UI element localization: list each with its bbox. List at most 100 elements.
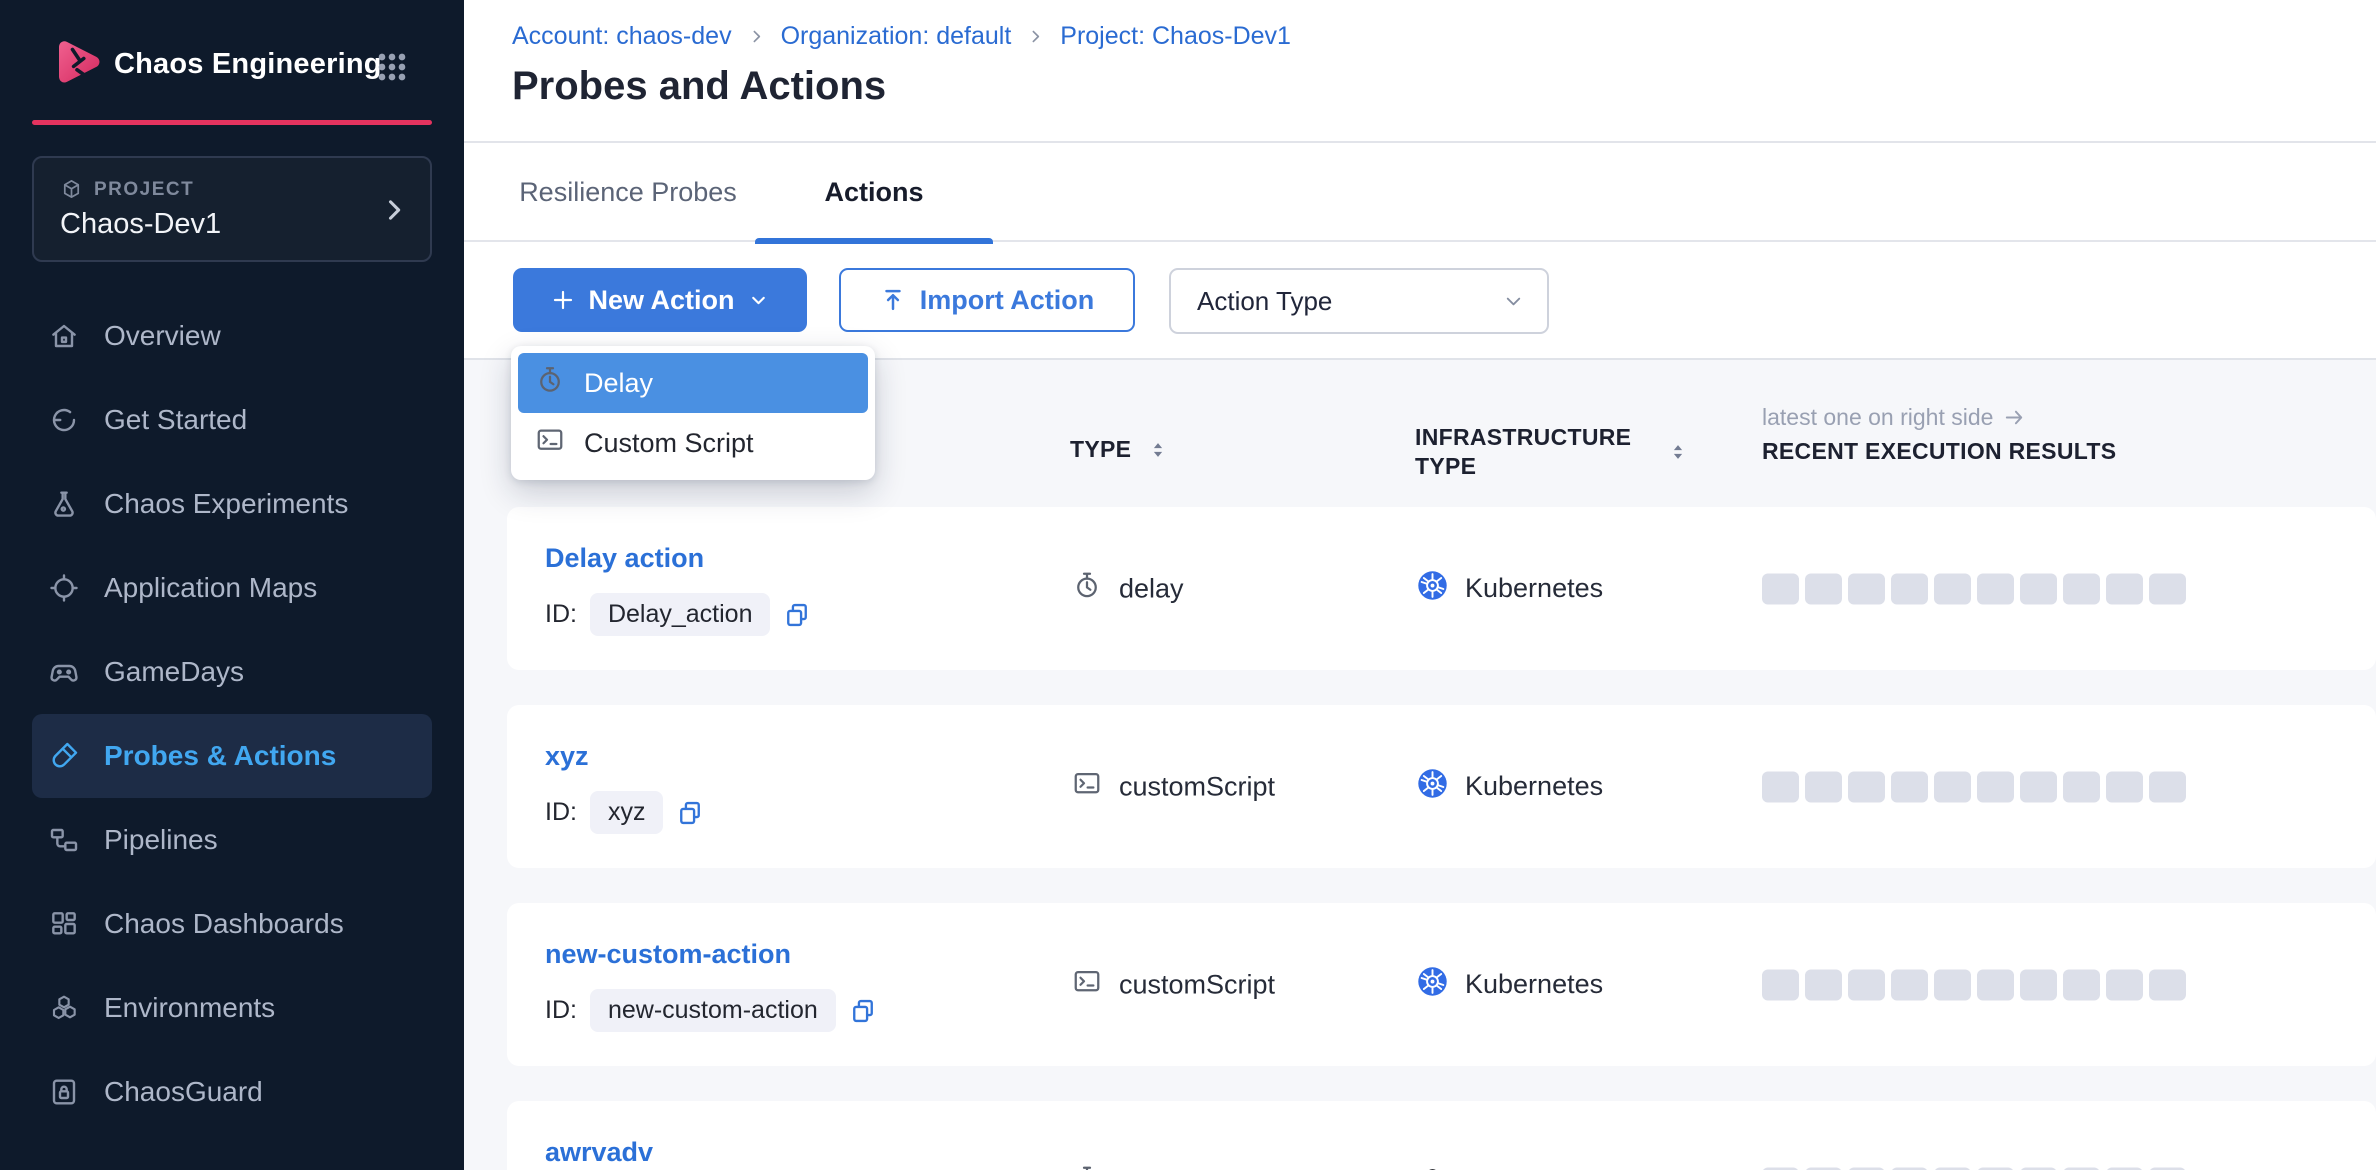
execution-result-placeholder [1805,771,1842,802]
sort-icon[interactable] [1147,439,1169,461]
execution-result-placeholder [2149,771,2186,802]
action-row: new-custom-action ID: new-custom-action … [507,903,2376,1066]
execution-result-placeholder [1891,573,1928,604]
execution-result-placeholder [2149,969,2186,1000]
home-icon [48,320,80,352]
action-name-link[interactable]: Delay action [545,543,704,573]
tab-resilience-probes[interactable]: Resilience Probes [490,143,766,242]
flask-icon [48,488,80,520]
action-row: xyz ID: xyz customScript Kubernetes [507,705,2376,868]
action-id-line: ID: xyz [545,791,704,834]
harness-chaos-logo-icon [50,36,104,90]
column-header-infrastructure-type: INFRASTRUCTURETYPE [1415,423,1689,481]
action-row: Delay action ID: Delay_action delay Kube… [507,507,2376,670]
execution-result-placeholder [1934,573,1971,604]
execution-result-placeholder [1762,771,1799,802]
sidebar-item-chaos-dashboards[interactable]: Chaos Dashboards [32,882,432,966]
breadcrumb-project-link[interactable]: Project: Chaos-Dev1 [1060,22,1291,51]
execution-result-placeholder [2063,969,2100,1000]
execution-result-placeholder [2106,771,2143,802]
infrastructure-type-cell: Linux [1417,1164,1530,1170]
import-action-button[interactable]: Import Action [839,268,1135,332]
action-id-pill: Delay_action [590,593,771,636]
execution-result-placeholder [2020,969,2057,1000]
project-selector[interactable]: PROJECT Chaos-Dev1 [32,156,432,262]
menu-item-custom-script[interactable]: Custom Script [518,413,868,473]
sidebar-item-chaosguard[interactable]: ChaosGuard [32,1050,432,1134]
action-id-pill: xyz [590,791,664,834]
tab-actions[interactable]: Actions [755,143,993,242]
sort-icon[interactable] [1667,441,1689,463]
new-action-button[interactable]: New Action [513,268,807,332]
execution-result-placeholder [1848,573,1885,604]
sidebar-item-gamedays[interactable]: GameDays [32,630,432,714]
sidebar-item-label: Probes & Actions [104,740,336,772]
execution-result-placeholder [2149,573,2186,604]
copy-icon[interactable] [676,799,704,827]
chevron-right-icon [380,196,408,224]
id-label: ID: [545,996,577,1025]
sidebar-item-chaos-experiments[interactable]: Chaos Experiments [32,462,432,546]
sidebar-item-label: GameDays [104,656,244,688]
project-box-icon [60,178,83,201]
execution-result-placeholder [1891,771,1928,802]
action-type-cell: delay [1072,1164,1184,1170]
sidebar-nav: Overview Get Started Chaos Experiments A… [0,294,464,1134]
chaos-engineering-app: Chaos Engineering PROJECT Chaos-Dev1 Ove… [0,0,2376,1170]
module-grid-icon[interactable] [376,51,408,83]
sidebar-item-label: Environments [104,992,275,1024]
breadcrumb-organization-link[interactable]: Organization: default [781,22,1012,51]
stopwatch-icon [1072,1164,1102,1170]
active-tab-indicator [755,238,993,244]
copy-icon[interactable] [783,601,811,629]
infrastructure-type-cell: Kubernetes [1417,570,1603,608]
breadcrumb-account-link[interactable]: Account: chaos-dev [512,22,732,51]
action-id-line: ID: new-custom-action [545,989,877,1032]
execution-result-placeholder [1762,969,1799,1000]
project-name: Chaos-Dev1 [60,208,221,241]
execution-result-placeholder [1762,573,1799,604]
sidebar-item-overview[interactable]: Overview [32,294,432,378]
action-name-link[interactable]: awrvadv [545,1137,653,1167]
new-action-dropdown-menu: Delay Custom Script [511,346,875,480]
brand-divider [32,120,432,125]
breadcrumb-chevron-icon [1027,28,1044,45]
tab-bar: Resilience Probes Actions [464,143,2376,242]
breadcrumb-chevron-icon [748,28,765,45]
action-type-filter[interactable]: Action Type [1169,268,1549,334]
action-type-cell: customScript [1072,966,1275,1003]
kubernetes-icon [1417,570,1448,601]
menu-item-delay[interactable]: Delay [518,353,868,413]
brand-title: Chaos Engineering [114,48,382,81]
sidebar-item-get-started[interactable]: Get Started [32,378,432,462]
recent-execution-results [1762,969,2186,1000]
action-name-link[interactable]: xyz [545,741,589,771]
execution-result-placeholder [1977,573,2014,604]
id-label: ID: [545,798,577,827]
sidebar-item-probes-actions[interactable]: Probes & Actions [32,714,432,798]
hexagons-icon [48,992,80,1024]
recent-execution-results [1762,573,2186,604]
action-id-pill: new-custom-action [590,989,836,1032]
results-hint: latest one on right side [1762,404,2026,431]
execution-result-placeholder [1805,969,1842,1000]
gamepad-icon [48,656,80,688]
sidebar: Chaos Engineering PROJECT Chaos-Dev1 Ove… [0,0,464,1170]
sidebar-item-label: Chaos Experiments [104,488,348,520]
breadcrumb: Account: chaos-dev Organization: default… [512,22,1291,51]
sidebar-item-application-maps[interactable]: Application Maps [32,546,432,630]
pipelines-icon [48,824,80,856]
sidebar-item-label: Overview [104,320,221,352]
copy-icon[interactable] [849,997,877,1025]
execution-result-placeholder [1934,771,1971,802]
sidebar-item-label: Pipelines [104,824,218,856]
sidebar-item-environments[interactable]: Environments [32,966,432,1050]
stopwatch-icon [535,365,565,395]
test-tube-icon [48,740,80,772]
chevron-down-icon [748,290,769,311]
execution-result-placeholder [1977,771,2014,802]
upload-icon [880,287,906,313]
sidebar-item-pipelines[interactable]: Pipelines [32,798,432,882]
get-started-icon [48,404,80,436]
action-name-link[interactable]: new-custom-action [545,939,791,969]
